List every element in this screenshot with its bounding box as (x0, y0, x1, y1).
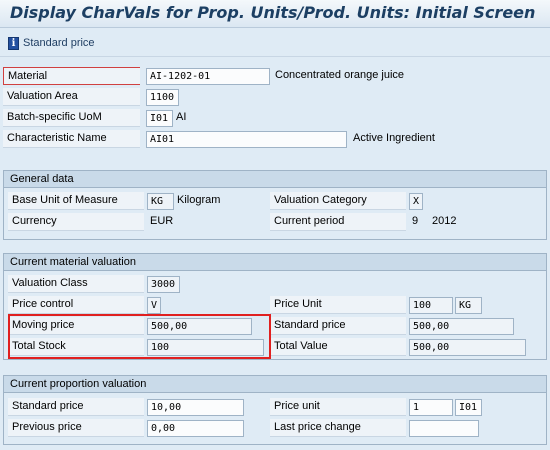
standard-price-button-label: Standard price (23, 37, 95, 49)
current-period-label: Current period (270, 213, 406, 231)
material-label: Material (3, 67, 140, 85)
proportion-standard-price-label: Standard price (8, 398, 144, 416)
characteristic-name-description: Active Ingredient (353, 132, 435, 144)
material-description: Concentrated orange juice (275, 69, 405, 81)
last-price-change-field[interactable] (409, 420, 479, 437)
price-unit-field[interactable]: 100 (409, 297, 453, 314)
valuation-category-label: Valuation Category (270, 192, 406, 210)
valuation-area-field[interactable]: 1100 (146, 89, 179, 106)
price-control-label: Price control (8, 296, 144, 314)
currency-value: EUR (150, 215, 174, 227)
total-value-label: Total Value (270, 338, 406, 356)
characteristic-name-field[interactable]: AI01 (146, 131, 347, 148)
info-icon: i (8, 36, 19, 50)
standard-price-label: Standard price (270, 317, 406, 335)
base-uom-label: Base Unit of Measure (8, 192, 144, 210)
general-data-title: General data (4, 171, 546, 188)
batch-uom-description: AI (176, 111, 187, 123)
general-data-group: General data Base Unit of Measure KG Kil… (3, 170, 547, 240)
valuation-class-label: Valuation Class (8, 275, 144, 293)
content-area: Material AI-1202-01 Concentrated orange … (0, 58, 550, 450)
previous-price-label: Previous price (8, 419, 144, 437)
highlight-box (8, 314, 271, 359)
valuation-area-label: Valuation Area (3, 88, 140, 106)
total-value-field[interactable]: 500,00 (409, 339, 526, 356)
proportion-standard-price-field[interactable]: 10,00 (147, 399, 244, 416)
base-uom-field[interactable]: KG (147, 193, 174, 210)
standard-price-button[interactable]: i Standard price (8, 35, 95, 51)
standard-price-field[interactable]: 500,00 (409, 318, 514, 335)
material-valuation-group: Current material valuation Valuation Cla… (3, 253, 547, 360)
last-price-change-label: Last price change (270, 419, 406, 437)
current-period-month: 9 (412, 215, 419, 227)
window-title: Display CharVals for Prop. Units/Prod. U… (10, 3, 536, 22)
proportion-price-unit-uom-field[interactable]: I01 (455, 399, 482, 416)
price-unit-label: Price Unit (270, 296, 406, 314)
proportion-price-unit-field[interactable]: 1 (409, 399, 453, 416)
material-field[interactable]: AI-1202-01 (146, 68, 270, 85)
price-control-field[interactable]: V (147, 297, 161, 314)
title-bar: Display CharVals for Prop. Units/Prod. U… (0, 0, 550, 28)
previous-price-field[interactable]: 0,00 (147, 420, 244, 437)
batch-uom-field[interactable]: I01 (146, 110, 173, 127)
proportion-valuation-group: Current proportion valuation Standard pr… (3, 375, 547, 445)
currency-label: Currency (8, 213, 144, 231)
proportion-valuation-title: Current proportion valuation (4, 376, 546, 393)
base-uom-description: Kilogram (177, 194, 221, 206)
batch-uom-label: Batch-specific UoM (3, 109, 140, 127)
proportion-price-unit-label: Price unit (270, 398, 406, 416)
application-toolbar: i Standard price (0, 29, 550, 57)
price-unit-uom-field[interactable]: KG (455, 297, 482, 314)
valuation-category-field[interactable]: X (409, 193, 423, 210)
material-valuation-title: Current material valuation (4, 254, 546, 271)
characteristic-name-label: Characteristic Name (3, 130, 140, 148)
valuation-class-field[interactable]: 3000 (147, 276, 180, 293)
current-period-year: 2012 (432, 215, 457, 227)
